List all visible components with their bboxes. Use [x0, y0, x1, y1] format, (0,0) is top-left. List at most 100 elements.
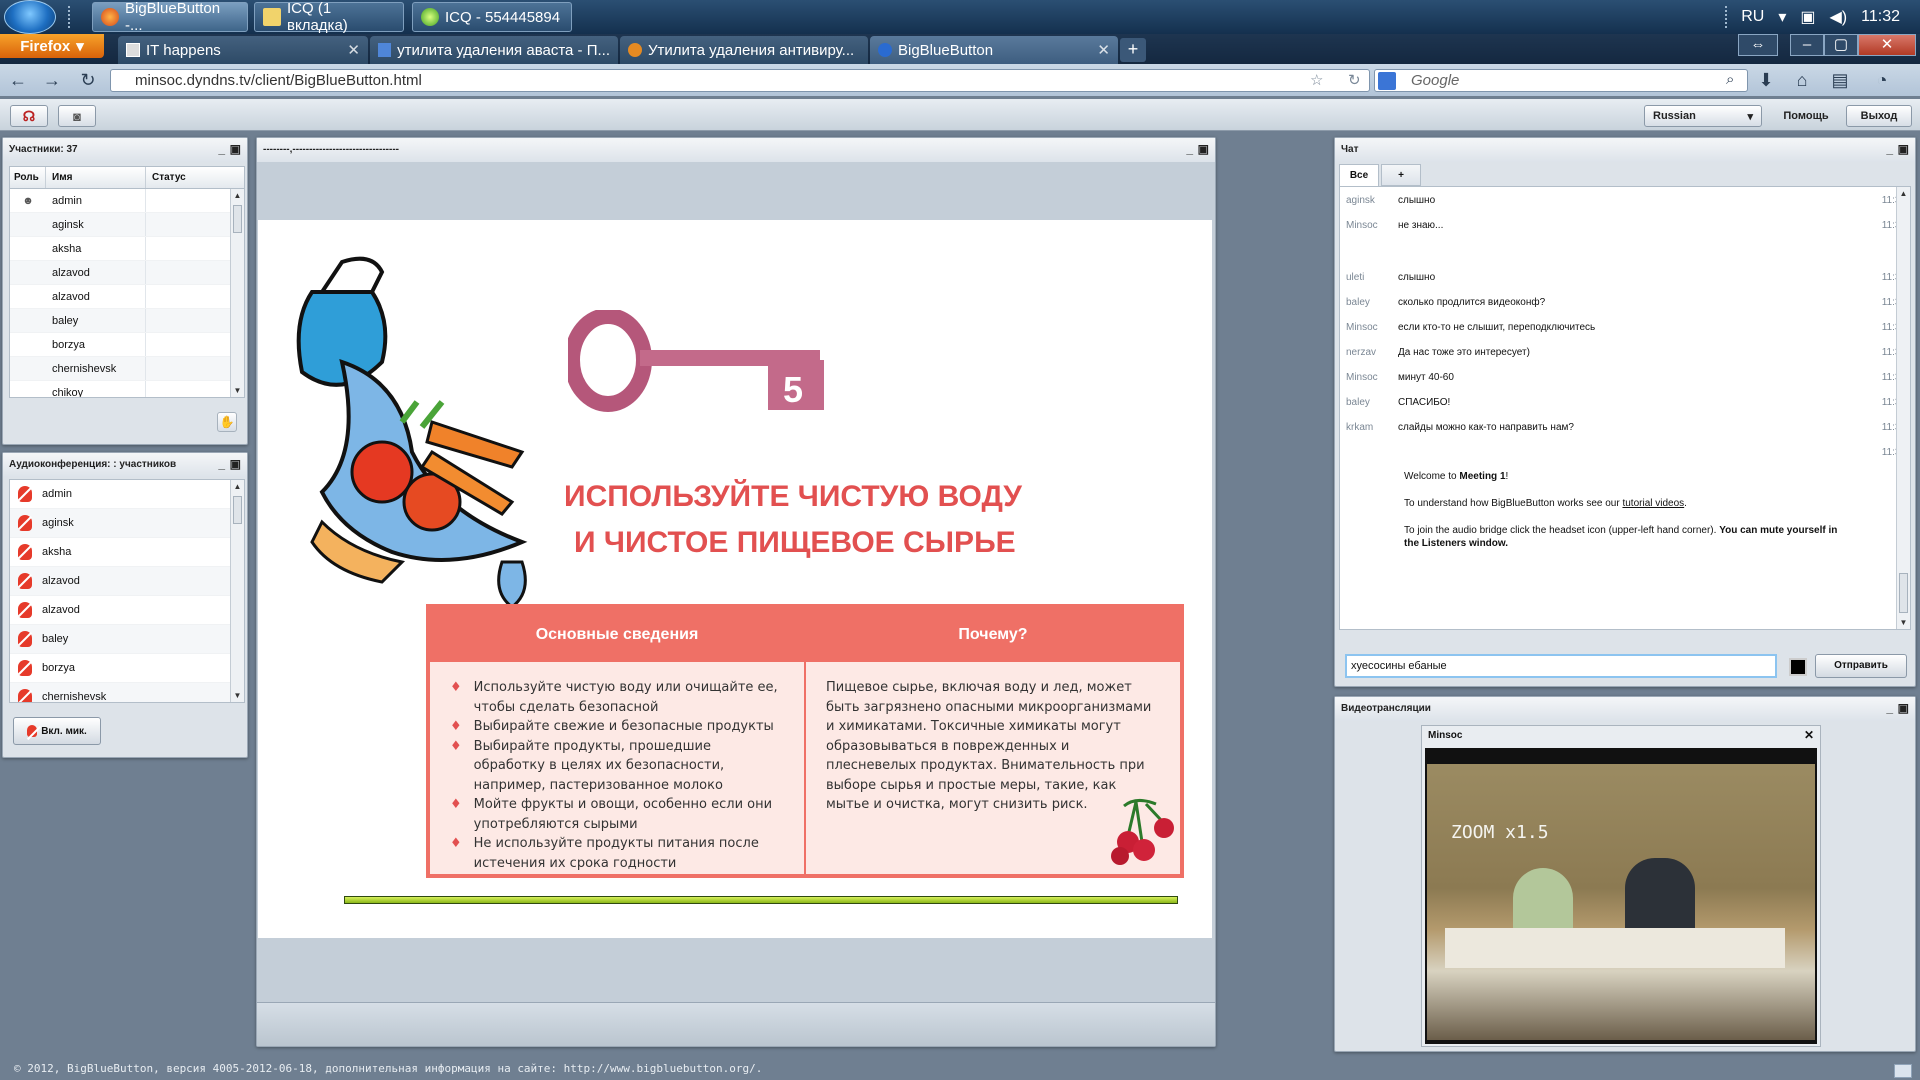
- network-icon[interactable]: ▣: [1800, 7, 1815, 27]
- maximize-icon[interactable]: ▣: [230, 457, 241, 471]
- scroll-down-icon[interactable]: ▼: [1897, 616, 1910, 629]
- back-arrow-icon[interactable]: ←: [6, 68, 30, 92]
- webcam-button[interactable]: ◙: [58, 105, 96, 127]
- muted-mic-icon[interactable]: [18, 515, 32, 532]
- home-icon[interactable]: ⌂: [1790, 68, 1814, 92]
- tray-expand-icon[interactable]: ▾: [1778, 7, 1786, 27]
- download-icon[interactable]: ⬇: [1754, 68, 1778, 92]
- muted-mic-icon[interactable]: [18, 631, 32, 648]
- scroll-thumb[interactable]: [1899, 573, 1908, 613]
- bookmarks-icon[interactable]: ▤: [1828, 68, 1852, 92]
- tab-all[interactable]: Все: [1339, 164, 1379, 186]
- minimize-icon[interactable]: _: [218, 457, 225, 471]
- participant-row[interactable]: chernishevsk: [10, 357, 244, 381]
- muted-mic-icon[interactable]: [18, 573, 32, 590]
- scroll-thumb[interactable]: [233, 205, 242, 233]
- maximize-icon[interactable]: ▣: [1898, 142, 1909, 156]
- clock[interactable]: 11:32: [1861, 8, 1900, 26]
- participant-row[interactable]: alzavod: [10, 261, 244, 285]
- minimize-icon[interactable]: _: [1186, 142, 1193, 156]
- volume-icon[interactable]: ◀): [1830, 7, 1848, 27]
- search-input[interactable]: Google: [1374, 69, 1748, 92]
- muted-mic-icon[interactable]: [18, 544, 32, 561]
- addon-icon[interactable]: ◔: [1870, 68, 1894, 92]
- message-text: слайды можно как-то направить нам?: [1398, 422, 1574, 433]
- tab-bigbluebutton[interactable]: BigBlueButton ✕: [870, 36, 1118, 64]
- maximize-icon[interactable]: ▣: [1198, 142, 1209, 156]
- help-button[interactable]: Помощь: [1772, 105, 1840, 127]
- task-icq-tab[interactable]: ICQ (1 вкладка): [254, 0, 404, 34]
- maximize-icon[interactable]: ▣: [1898, 701, 1909, 715]
- muted-mic-icon[interactable]: [18, 486, 32, 503]
- close-icon[interactable]: ✕: [1097, 41, 1110, 59]
- tab-it-happens[interactable]: IT happens ✕: [118, 36, 368, 64]
- chat-input[interactable]: хуесосины ебаные: [1345, 654, 1777, 678]
- participant-row[interactable]: borzya: [10, 333, 244, 357]
- participant-row[interactable]: chikoy: [10, 381, 244, 397]
- scroll-down-icon[interactable]: ▼: [231, 384, 244, 397]
- audio-participant-row[interactable]: alzavod: [10, 596, 244, 625]
- headset-button[interactable]: ☊: [10, 105, 48, 127]
- tray-icon[interactable]: [1894, 1064, 1912, 1078]
- scroll-thumb[interactable]: [233, 496, 242, 524]
- audio-participant-row[interactable]: baley: [10, 625, 244, 654]
- language-indicator[interactable]: RU: [1741, 8, 1764, 26]
- audio-participant-row[interactable]: alzavod: [10, 567, 244, 596]
- new-tab-button[interactable]: +: [1120, 38, 1146, 62]
- muted-mic-icon[interactable]: [18, 602, 32, 619]
- participant-row[interactable]: ☻ admin: [10, 189, 244, 213]
- participant-row[interactable]: alzavod: [10, 285, 244, 309]
- maximize-icon[interactable]: ▣: [230, 142, 241, 156]
- minimize-button[interactable]: –: [1790, 34, 1824, 56]
- url-field[interactable]: minsoc.dyndns.tv/client/BigBlueButton.ht…: [110, 69, 1370, 92]
- mic-on-button[interactable]: Вкл. мик.: [13, 717, 101, 745]
- tutorial-link[interactable]: tutorial videos: [1622, 498, 1684, 509]
- minimize-icon[interactable]: _: [1886, 701, 1893, 715]
- tab-add[interactable]: +: [1381, 164, 1421, 186]
- tab-antivirus[interactable]: Утилита удаления антивиру...: [620, 36, 868, 64]
- minimize-icon[interactable]: _: [218, 142, 225, 156]
- task-icq-number[interactable]: ICQ - 554445894: [412, 2, 572, 32]
- close-icon[interactable]: ✕: [347, 41, 360, 59]
- bookmark-star-icon[interactable]: ☆: [1310, 71, 1323, 89]
- chat-scrollbar[interactable]: ▲ ▼: [1896, 187, 1910, 629]
- muted-mic-icon[interactable]: [18, 689, 32, 702]
- text-color-picker[interactable]: [1789, 658, 1807, 676]
- scroll-down-icon[interactable]: ▼: [231, 689, 244, 702]
- search-magnifier-icon[interactable]: ⌕: [1726, 71, 1734, 88]
- column-role[interactable]: Роль: [10, 167, 46, 188]
- google-search-icon[interactable]: [1378, 72, 1396, 90]
- scroll-up-icon[interactable]: ▲: [231, 189, 244, 202]
- firefox-menu-button[interactable]: Firefox ▾: [0, 34, 104, 58]
- maximize-button[interactable]: ▢: [1824, 34, 1858, 56]
- send-button[interactable]: Отправить: [1815, 654, 1907, 678]
- audio-participant-row[interactable]: chernishevsk: [10, 683, 244, 702]
- audio-participant-row[interactable]: admin: [10, 480, 244, 509]
- column-status[interactable]: Статус: [146, 167, 244, 188]
- participant-row[interactable]: aginsk: [10, 213, 244, 237]
- logout-button[interactable]: Выход: [1846, 105, 1912, 127]
- close-icon[interactable]: ✕: [1804, 728, 1814, 742]
- audio-participant-row[interactable]: aginsk: [10, 509, 244, 538]
- language-select[interactable]: Russian ▾: [1644, 105, 1762, 127]
- refresh-icon[interactable]: ↻: [1348, 71, 1361, 89]
- forward-arrow-icon[interactable]: →: [40, 68, 64, 92]
- tab-avast[interactable]: утилита удаления аваста - П...: [370, 36, 618, 64]
- column-name[interactable]: Имя: [46, 167, 146, 188]
- reload-icon[interactable]: ↻: [76, 68, 100, 92]
- minimize-icon[interactable]: _: [1886, 142, 1893, 156]
- audio-participant-row[interactable]: aksha: [10, 538, 244, 567]
- audio-participant-row[interactable]: borzya: [10, 654, 244, 683]
- participant-row[interactable]: baley: [10, 309, 244, 333]
- audio-scrollbar[interactable]: ▲ ▼: [230, 480, 244, 702]
- tab-list-button[interactable]: ⇔: [1738, 34, 1778, 56]
- start-button[interactable]: [4, 0, 56, 34]
- scroll-up-icon[interactable]: ▲: [1897, 187, 1910, 200]
- scroll-up-icon[interactable]: ▲: [231, 480, 244, 493]
- muted-mic-icon[interactable]: [18, 660, 32, 677]
- participants-scrollbar[interactable]: ▲ ▼: [230, 189, 244, 397]
- task-bigbluebutton[interactable]: BigBlueButton -...: [92, 0, 248, 34]
- raise-hand-button[interactable]: ✋: [217, 412, 237, 432]
- participant-row[interactable]: aksha: [10, 237, 244, 261]
- window-close-button[interactable]: ✕: [1858, 34, 1916, 56]
